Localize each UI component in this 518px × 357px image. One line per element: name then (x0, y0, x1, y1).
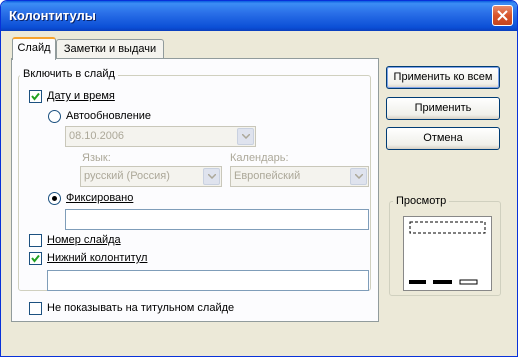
date-format-value: 08.10.2006 (69, 130, 125, 142)
fixed-label: Фиксировано (66, 192, 134, 204)
tab-slide[interactable]: Слайд (12, 37, 56, 60)
radio-dot (52, 196, 57, 201)
checkmark-icon (31, 92, 40, 101)
tab-notes-handouts[interactable]: Заметки и выдачи (56, 39, 164, 59)
calendar-value: Европейский (234, 170, 301, 182)
calendar-label: Календарь: (230, 152, 289, 164)
chevron-down-icon (355, 174, 363, 179)
date-format-dropdown-button[interactable] (237, 128, 254, 145)
chevron-down-icon (242, 134, 250, 139)
fixed-radio[interactable] (48, 192, 61, 205)
hide-on-title-label: Не показывать на титульном слайде (47, 302, 235, 314)
footer-input[interactable] (47, 270, 369, 291)
slide-number-checkbox[interactable] (29, 234, 42, 247)
preview-label: Просмотр (393, 195, 450, 207)
footer-label: Нижний колонтитул (47, 252, 148, 264)
chevron-down-icon (208, 174, 216, 179)
language-label: Язык: (82, 152, 111, 164)
tab-notes-label: Заметки и выдачи (63, 43, 157, 55)
checkmark-icon (31, 254, 40, 263)
language-dropdown-button[interactable] (203, 168, 220, 185)
slide-layout-preview (409, 221, 486, 285)
calendar-dropdown-button[interactable] (350, 168, 367, 185)
preview-slide-thumbnail (403, 216, 492, 291)
dialog-window: Колонтитулы Слайд Заметки и выдачи Включ… (0, 0, 518, 357)
fixed-date-input[interactable] (65, 209, 369, 230)
tab-panel-slide: Включить в слайд Дату и время Автообновл… (11, 58, 379, 322)
include-group-label: Включить в слайд (20, 68, 118, 80)
title-bar[interactable]: Колонтитулы (1, 1, 517, 31)
date-time-label: Дату и время (47, 90, 115, 102)
footer-checkbox[interactable] (29, 252, 42, 265)
slide-number-label: Номер слайда (47, 234, 121, 246)
date-time-checkbox[interactable] (29, 90, 42, 103)
tab-slide-label: Слайд (17, 42, 51, 54)
close-button[interactable] (492, 5, 513, 26)
close-icon (497, 10, 508, 21)
autoupdate-label: Автообновление (66, 110, 152, 122)
calendar-select[interactable]: Европейский (230, 166, 369, 187)
cancel-button[interactable]: Отмена (386, 127, 500, 150)
window-title: Колонтитулы (9, 8, 96, 23)
apply-button[interactable]: Применить (386, 97, 500, 120)
hide-on-title-checkbox[interactable] (29, 302, 42, 315)
language-value: русский (Россия) (84, 170, 170, 182)
date-format-select[interactable]: 08.10.2006 (65, 126, 256, 147)
autoupdate-radio[interactable] (48, 110, 61, 123)
apply-to-all-button[interactable]: Применить ко всем (386, 66, 500, 89)
language-select[interactable]: русский (Россия) (80, 166, 222, 187)
